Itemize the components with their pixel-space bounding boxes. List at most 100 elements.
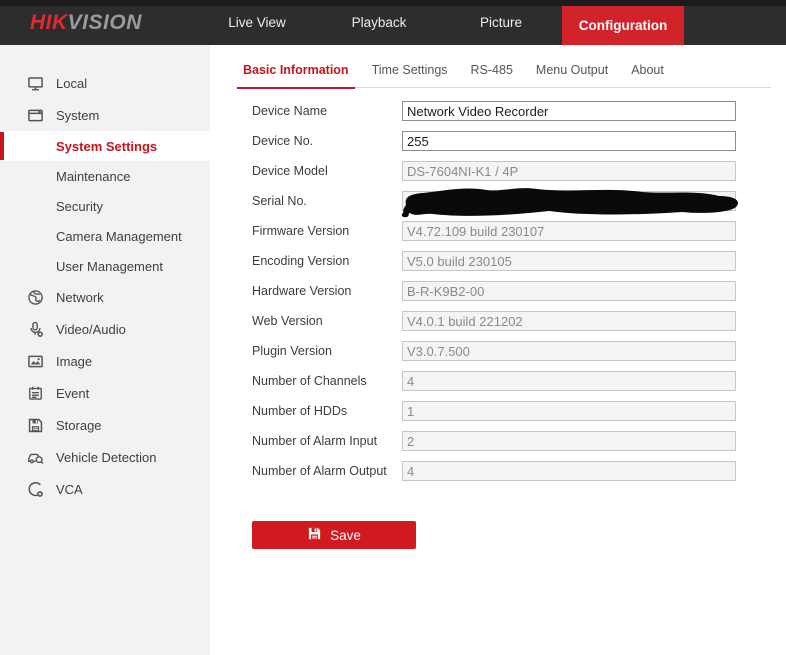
- firmware-version-field: [402, 221, 736, 241]
- sidebar-item-label: System: [56, 108, 99, 123]
- field-label: Number of Alarm Input: [252, 434, 402, 448]
- sidebar-item-system-settings[interactable]: System Settings: [0, 131, 210, 161]
- field-wrap: [402, 431, 736, 451]
- sidebar-item-label: Vehicle Detection: [56, 450, 156, 465]
- number-of-channels-field: [402, 371, 736, 391]
- sidebar-item-label: Event: [56, 386, 89, 401]
- device-no--field[interactable]: [402, 131, 736, 151]
- field-label: Device Name: [252, 104, 402, 118]
- tab-menu-output[interactable]: Menu Output: [530, 55, 614, 88]
- field-label: Number of HDDs: [252, 404, 402, 418]
- field-wrap: [402, 251, 736, 271]
- field-label: Web Version: [252, 314, 402, 328]
- sidebar-item-label: VCA: [56, 482, 83, 497]
- form-row: Device Model: [252, 161, 786, 181]
- form-row: Plugin Version: [252, 341, 786, 361]
- sidebar-menu: Local System System Settings Maintenance Sec…: [0, 45, 210, 655]
- form-row: Device No.: [252, 131, 786, 151]
- field-label: Firmware Version: [252, 224, 402, 238]
- monitor-icon: [27, 75, 44, 92]
- plugin-version-field: [402, 341, 736, 361]
- sidebar-item-camera-management[interactable]: Camera Management: [0, 221, 210, 251]
- field-label: Encoding Version: [252, 254, 402, 268]
- sidebar-item-user-management[interactable]: User Management: [0, 251, 210, 281]
- field-wrap: [402, 341, 736, 361]
- form-row: Number of Channels: [252, 371, 786, 391]
- calendar-icon: [27, 385, 44, 402]
- topnav-picture[interactable]: Picture: [440, 0, 562, 45]
- sidebar-item-label: System Settings: [56, 139, 157, 154]
- tab-about[interactable]: About: [625, 55, 670, 88]
- web-version-field: [402, 311, 736, 331]
- field-wrap: [402, 131, 736, 151]
- field-wrap: [402, 101, 736, 121]
- sidebar-item-video-audio[interactable]: Video/Audio: [0, 313, 210, 345]
- field-wrap: [402, 281, 736, 301]
- sidebar-item-label: Maintenance: [56, 169, 130, 184]
- top-nav-menu: Live ViewPlaybackPictureConfiguration: [196, 0, 684, 45]
- sidebar-item-network[interactable]: Network: [0, 281, 210, 313]
- globe-icon: [27, 289, 44, 306]
- floppy-disk-icon: [27, 417, 44, 434]
- sidebar-item-vehicle-detection[interactable]: Vehicle Detection: [0, 441, 210, 473]
- form-row: Number of HDDs: [252, 401, 786, 421]
- sidebar-item-maintenance[interactable]: Maintenance: [0, 161, 210, 191]
- field-label: Number of Alarm Output: [252, 464, 402, 478]
- basic-information-form: Device Name Device No. Device Model Serial …: [252, 101, 786, 481]
- number-of-alarm-output-field: [402, 461, 736, 481]
- sidebar-item-label: Camera Management: [56, 229, 182, 244]
- tab-basic-information[interactable]: Basic Information: [237, 55, 355, 88]
- sidebar-item-vca[interactable]: VCA: [0, 473, 210, 505]
- field-wrap: [402, 401, 736, 421]
- sidebar-item-system[interactable]: System: [0, 99, 210, 131]
- save-button-label: Save: [330, 528, 361, 543]
- field-label: Number of Channels: [252, 374, 402, 388]
- sidebar-item-security[interactable]: Security: [0, 191, 210, 221]
- form-row: Serial No.: [252, 191, 786, 211]
- tab-time-settings[interactable]: Time Settings: [366, 55, 454, 88]
- hardware-version-field: [402, 281, 736, 301]
- topnav-live-view[interactable]: Live View: [196, 0, 318, 45]
- sidebar-item-label: Storage: [56, 418, 102, 433]
- device-name-field[interactable]: [402, 101, 736, 121]
- field-wrap: [402, 461, 736, 481]
- logo-text-vision: VISION: [68, 11, 142, 35]
- serial-no--field: [402, 191, 736, 211]
- main-content: Basic Information Time Settings RS-485 Menu…: [210, 45, 786, 655]
- field-label: Hardware Version: [252, 284, 402, 298]
- form-row: Hardware Version: [252, 281, 786, 301]
- topnav-playback[interactable]: Playback: [318, 0, 440, 45]
- encoding-version-field: [402, 251, 736, 271]
- logo-text-hik: HIK: [30, 11, 68, 35]
- field-label: Serial No.: [252, 194, 402, 208]
- form-row: Firmware Version: [252, 221, 786, 241]
- field-wrap: [402, 311, 736, 331]
- system-window-icon: [27, 107, 44, 124]
- save-button[interactable]: Save: [252, 521, 416, 549]
- sidebar-item-label: Local: [56, 76, 87, 91]
- topnav-configuration[interactable]: Configuration: [562, 6, 684, 45]
- sidebar-item-event[interactable]: Event: [0, 377, 210, 409]
- microphone-icon: [27, 321, 44, 338]
- field-label: Plugin Version: [252, 344, 402, 358]
- sidebar-item-label: Image: [56, 354, 92, 369]
- sidebar-item-image[interactable]: Image: [0, 345, 210, 377]
- sidebar-item-label: Video/Audio: [56, 322, 126, 337]
- tab-rs-485[interactable]: RS-485: [465, 55, 519, 88]
- number-of-alarm-input-field: [402, 431, 736, 451]
- settings-tabbar: Basic Information Time Settings RS-485 Menu…: [237, 55, 771, 88]
- form-row: Number of Alarm Input: [252, 431, 786, 451]
- device-model-field: [402, 161, 736, 181]
- sidebar-item-label: Security: [56, 199, 103, 214]
- top-navigation-bar: HIKVISION Live ViewPlaybackPictureConfig…: [0, 0, 786, 45]
- field-wrap: [402, 161, 736, 181]
- sidebar-item-label: Network: [56, 290, 104, 305]
- hikvision-logo: HIKVISION: [30, 0, 142, 45]
- field-label: Device No.: [252, 134, 402, 148]
- field-label: Device Model: [252, 164, 402, 178]
- sidebar-item-local[interactable]: Local: [0, 67, 210, 99]
- vehicle-search-icon: [27, 449, 44, 466]
- sidebar-item-storage[interactable]: Storage: [0, 409, 210, 441]
- field-wrap: [402, 191, 736, 211]
- vca-icon: [27, 481, 44, 498]
